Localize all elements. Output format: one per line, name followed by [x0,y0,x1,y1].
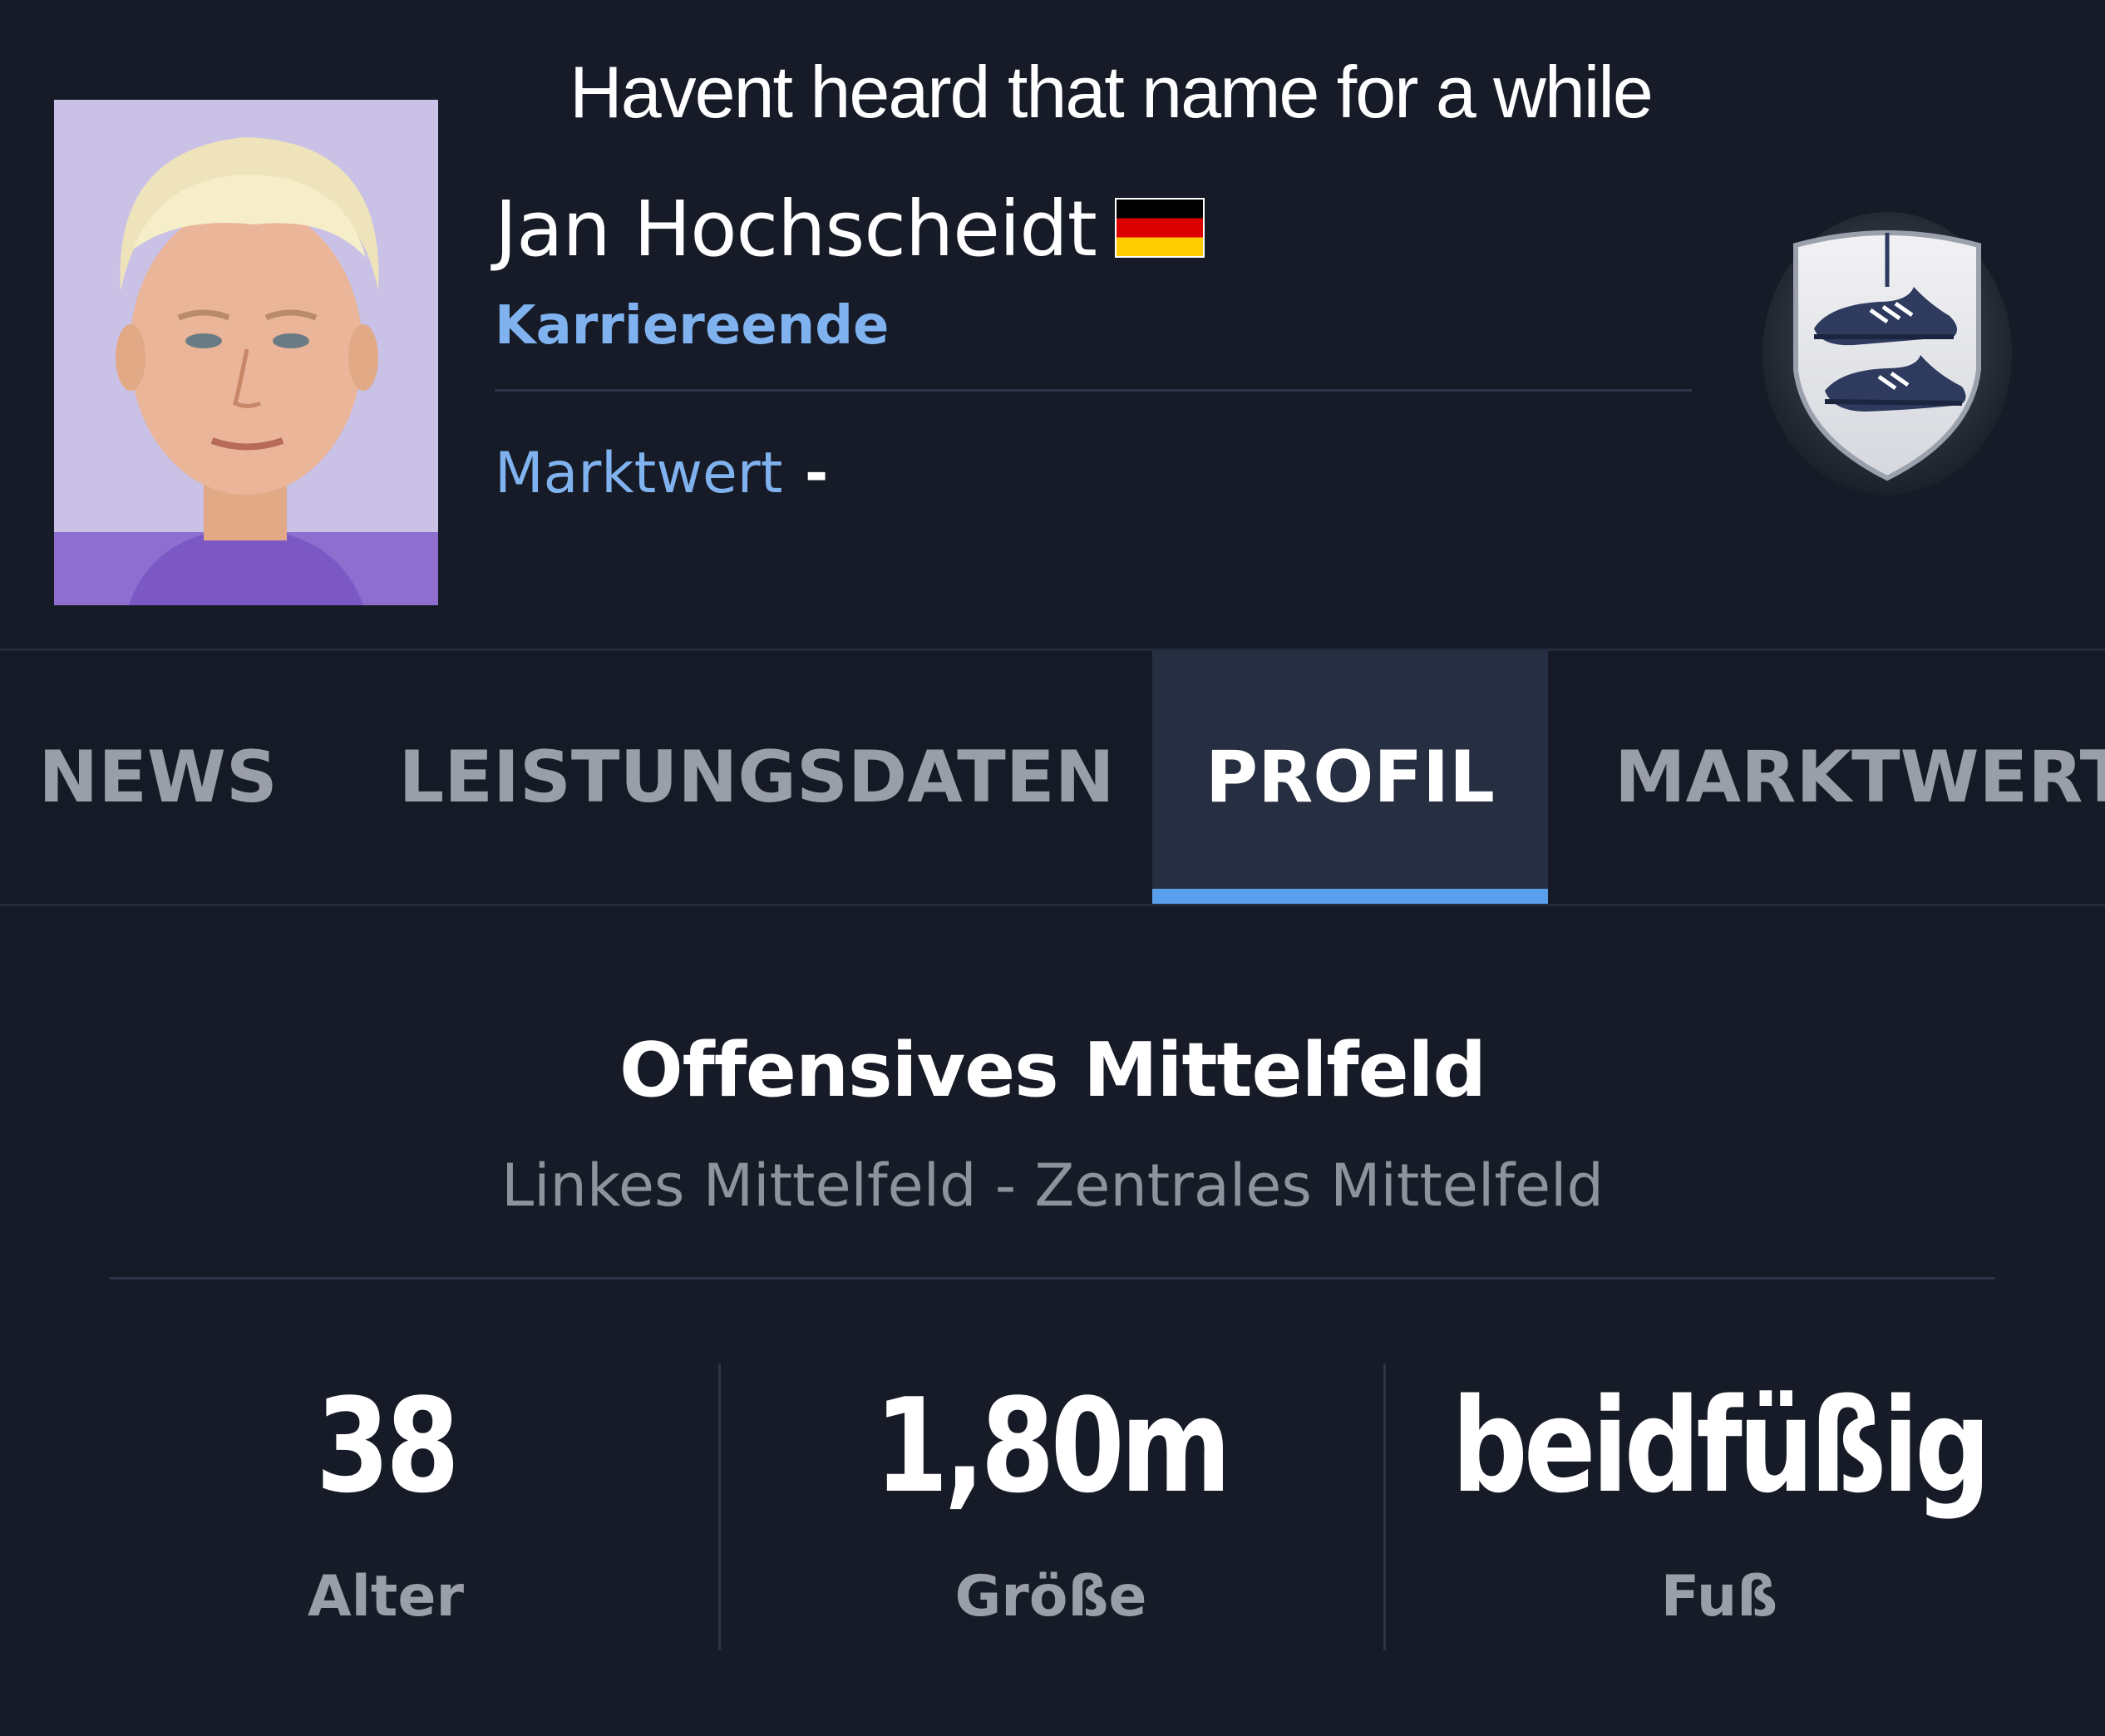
career-status[interactable]: Karriereende [495,295,889,357]
tab-news[interactable]: NEWS [33,651,283,904]
secondary-positions: Linkes Mittelfeld - Zentrales Mittelfeld [501,1152,1604,1220]
profile-divider [110,1277,1995,1280]
tab-marktwert[interactable]: MARKTWERT [1596,651,2105,904]
stat-foot: beidfüßig Fuß [1387,1370,2052,1630]
stat-height-label: Größe [954,1564,1147,1630]
player-name: Jan Hochscheidt [495,185,1205,274]
stat-height: 1,80m Größe [718,1370,1383,1630]
header-divider [495,389,1692,392]
tab-marktwert-label: MARKTWERT [1614,736,2105,819]
zoom-in-icon[interactable] [398,599,438,605]
tab-leistungsdaten[interactable]: LEISTUNGSDATEN [398,651,1114,904]
player-name-text: Jan Hochscheidt [495,185,1097,274]
retired-boots-badge-icon [1762,212,2012,495]
germany-flag-icon [1114,197,1205,258]
player-photo[interactable] [54,100,438,605]
tab-profil[interactable]: PROFIL [1152,651,1548,904]
stat-foot-label: Fuß [1660,1564,1778,1630]
stat-foot-value: beidfüßig [1452,1370,1991,1521]
stat-age-label: Alter [307,1564,465,1630]
stat-height-value: 1,80m [874,1370,1231,1521]
market-value: - [805,441,829,506]
stat-separator [1383,1364,1386,1650]
player-portrait-image [54,100,438,605]
stat-age: 38 Alter [53,1370,718,1630]
tab-bar: NEWS LEISTUNGSDATEN PROFIL MARKTWERT [0,649,2105,906]
market-value-label[interactable]: Marktwert [495,441,782,506]
stat-age-value: 38 [315,1370,460,1521]
main-position: Offensives Mittelfeld [619,1027,1486,1114]
